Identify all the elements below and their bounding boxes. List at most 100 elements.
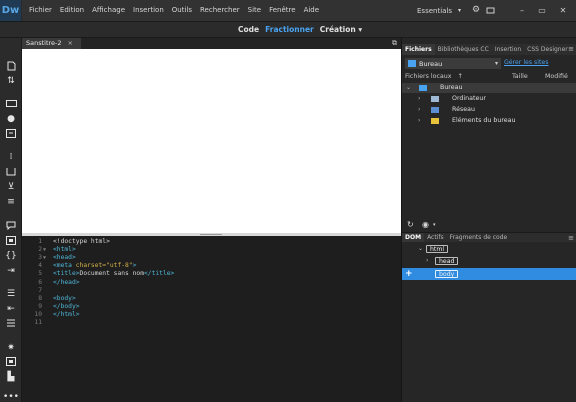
- snippet-icon[interactable]: [5, 318, 17, 329]
- fold-toggle-icon[interactable]: ▼: [43, 246, 46, 254]
- split-grip[interactable]: [200, 234, 222, 235]
- tree-item-reseau[interactable]: › Réseau: [402, 105, 576, 115]
- close-tab-icon[interactable]: ×: [68, 38, 73, 49]
- sync-icon[interactable]: [484, 4, 496, 16]
- code-line[interactable]: 4 <meta charset="utf-8">: [22, 262, 401, 270]
- indent-icon[interactable]: ⇥: [5, 265, 17, 276]
- menu-aide[interactable]: Aide: [300, 0, 323, 21]
- dom-node-html[interactable]: html: [426, 245, 449, 253]
- tab-dom[interactable]: DOM: [402, 233, 425, 242]
- tab-insertion[interactable]: Insertion: [492, 44, 524, 55]
- workspace-label: Essentials: [417, 6, 453, 15]
- menu-affichage[interactable]: Affichage: [88, 0, 129, 21]
- file-management-icon[interactable]: ⇅: [5, 75, 17, 86]
- line-number: 11: [34, 319, 42, 326]
- menu-insertion[interactable]: Insertion: [129, 0, 168, 21]
- menu-fenetre[interactable]: Fenêtre: [265, 0, 299, 21]
- column-modified[interactable]: Modifié: [545, 71, 568, 82]
- code-line[interactable]: 11: [22, 319, 401, 327]
- tab-fragments[interactable]: Fragments de code: [447, 233, 511, 242]
- view-split-button[interactable]: Fractionner: [265, 25, 314, 34]
- code-line[interactable]: 7: [22, 287, 401, 295]
- expand-icon[interactable]: ⧉: [392, 39, 397, 48]
- close-icon[interactable]: ✕: [555, 0, 571, 21]
- column-size[interactable]: Taille: [512, 71, 528, 82]
- code-token: <body>: [53, 294, 76, 302]
- fold-toggle-icon[interactable]: ▼: [43, 254, 46, 262]
- inspect-icon[interactable]: [5, 128, 17, 139]
- comment-icon[interactable]: [5, 220, 17, 231]
- expand-all-icon[interactable]: ⁞: [5, 151, 17, 162]
- dom-node-head-row[interactable]: › head: [402, 255, 576, 267]
- code-line[interactable]: 8 <body>: [22, 295, 401, 303]
- menu-site[interactable]: Site: [244, 0, 265, 21]
- view-design-button[interactable]: Création ▾: [320, 25, 362, 34]
- view-code-button[interactable]: Code: [238, 25, 259, 34]
- code-line[interactable]: 9 </body>: [22, 303, 401, 311]
- dom-node-head[interactable]: head: [435, 257, 459, 265]
- code-line[interactable]: 5 <title>Document sans nom</title>: [22, 270, 401, 278]
- stylesheet-icon[interactable]: [5, 356, 17, 367]
- code-line[interactable]: 2 ▼ <html>: [22, 246, 401, 254]
- more-icon[interactable]: •••: [3, 391, 19, 402]
- tag-select-icon[interactable]: ⊻: [5, 181, 17, 192]
- chevron-down-icon[interactable]: ⌄: [406, 83, 411, 93]
- design-view[interactable]: [22, 49, 401, 233]
- chevron-down-icon[interactable]: ⌄: [418, 243, 423, 255]
- dom-node-body[interactable]: body: [435, 270, 459, 278]
- menu-edition[interactable]: Edition: [56, 0, 88, 21]
- globe-icon[interactable]: ◉: [422, 220, 429, 229]
- gear-icon[interactable]: ⚙: [470, 4, 482, 16]
- chevron-down-icon[interactable]: ▾: [433, 222, 436, 228]
- menu-rechercher[interactable]: Rechercher: [196, 0, 244, 21]
- document-tab[interactable]: Sanstitre-2 ×: [22, 38, 81, 49]
- live-view-icon[interactable]: [5, 98, 17, 109]
- code-text: </head>: [53, 279, 80, 287]
- code-token: <html>: [53, 246, 76, 254]
- menu-fichier[interactable]: Fichier: [22, 0, 56, 21]
- chart-icon[interactable]: ▙: [5, 371, 17, 382]
- add-element-icon[interactable]: +: [405, 268, 413, 280]
- line-numbers-icon[interactable]: ≡: [5, 196, 17, 207]
- code-token: </html>: [53, 310, 80, 318]
- dom-node-html-row[interactable]: ⌄ html: [402, 243, 576, 255]
- format-icon[interactable]: ☰: [5, 288, 17, 299]
- dom-panel-tabs: DOM Actifs Fragments de code ≡: [402, 232, 576, 242]
- site-select[interactable]: Bureau ▾: [405, 58, 501, 69]
- tab-actifs[interactable]: Actifs: [424, 233, 447, 242]
- chevron-right-icon[interactable]: ›: [418, 94, 420, 104]
- maximize-icon[interactable]: ▭: [534, 0, 550, 21]
- workspace-switcher[interactable]: Essentials ▾: [417, 0, 461, 21]
- tab-bibliotheques-cc[interactable]: Bibliothèques CC: [435, 44, 492, 55]
- manage-sites-link[interactable]: Gérer les sites: [504, 59, 548, 66]
- code-line[interactable]: 10 </html>: [22, 311, 401, 319]
- sparkle-icon[interactable]: ✷: [5, 342, 17, 353]
- tab-css-designer[interactable]: CSS Designer: [524, 44, 571, 55]
- code-token: <title>: [53, 270, 80, 278]
- panel-menu-icon[interactable]: ≡: [568, 233, 574, 243]
- column-local-files[interactable]: Fichiers locaux ↑: [405, 71, 463, 82]
- tree-item-ordinateur[interactable]: › Ordinateur: [402, 94, 576, 104]
- braces-icon[interactable]: {}: [5, 250, 17, 261]
- tree-item-elements-bureau[interactable]: › Eléments du bureau: [402, 116, 576, 126]
- dom-node-body-row[interactable]: + body: [402, 268, 576, 280]
- preview-browser-icon[interactable]: ●: [5, 113, 17, 124]
- chevron-right-icon[interactable]: ›: [418, 116, 420, 126]
- code-line[interactable]: 6 </head>: [22, 279, 401, 287]
- code-line[interactable]: 1 <!doctype html>: [22, 238, 401, 246]
- refresh-icon[interactable]: ↻: [407, 220, 414, 229]
- collapse-icon[interactable]: [5, 166, 17, 177]
- tab-fichiers[interactable]: Fichiers: [402, 44, 435, 55]
- wrap-tag-icon[interactable]: [5, 235, 17, 246]
- line-number: 8: [38, 294, 42, 302]
- menu-outils[interactable]: Outils: [168, 0, 196, 21]
- chevron-right-icon[interactable]: ›: [426, 255, 428, 267]
- code-view[interactable]: 1 <!doctype html> 2 ▼ <html> 3 ▼ <head> 4 <meta c…: [22, 236, 401, 402]
- outdent-icon[interactable]: ⇤: [5, 303, 17, 314]
- code-line[interactable]: 3 ▼ <head>: [22, 254, 401, 262]
- minimize-icon[interactable]: –: [514, 0, 530, 21]
- chevron-right-icon[interactable]: ›: [418, 105, 420, 115]
- panel-menu-icon[interactable]: ≡: [568, 44, 574, 55]
- open-documents-icon[interactable]: [5, 60, 17, 71]
- tree-item-bureau[interactable]: ⌄ Bureau: [402, 83, 576, 93]
